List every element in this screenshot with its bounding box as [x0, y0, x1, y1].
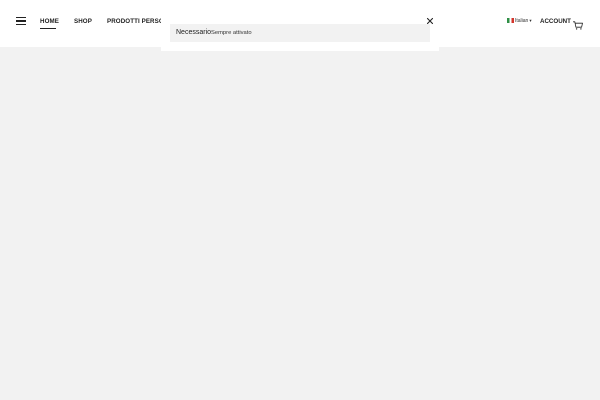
- cookie-category-title: Necessario: [176, 29, 212, 36]
- nav-shop[interactable]: SHOP: [74, 18, 92, 25]
- italy-flag-icon: [507, 18, 514, 23]
- cookie-category-status: Sempre attivato: [211, 30, 252, 36]
- close-icon[interactable]: [426, 12, 434, 25]
- account-link[interactable]: ACCOUNT: [540, 18, 571, 25]
- language-label: Italian: [515, 18, 529, 24]
- nav-home[interactable]: HOME: [40, 18, 59, 25]
- nav-home-active-underline: [40, 28, 56, 29]
- caret-down-icon: ▾: [529, 18, 532, 23]
- cookie-category-necessary[interactable]: Necessario Sempre attivato: [170, 24, 430, 42]
- shopping-cart-icon[interactable]: [572, 17, 583, 30]
- hamburger-menu-icon[interactable]: [16, 17, 26, 25]
- language-selector[interactable]: Italian▾: [507, 18, 532, 26]
